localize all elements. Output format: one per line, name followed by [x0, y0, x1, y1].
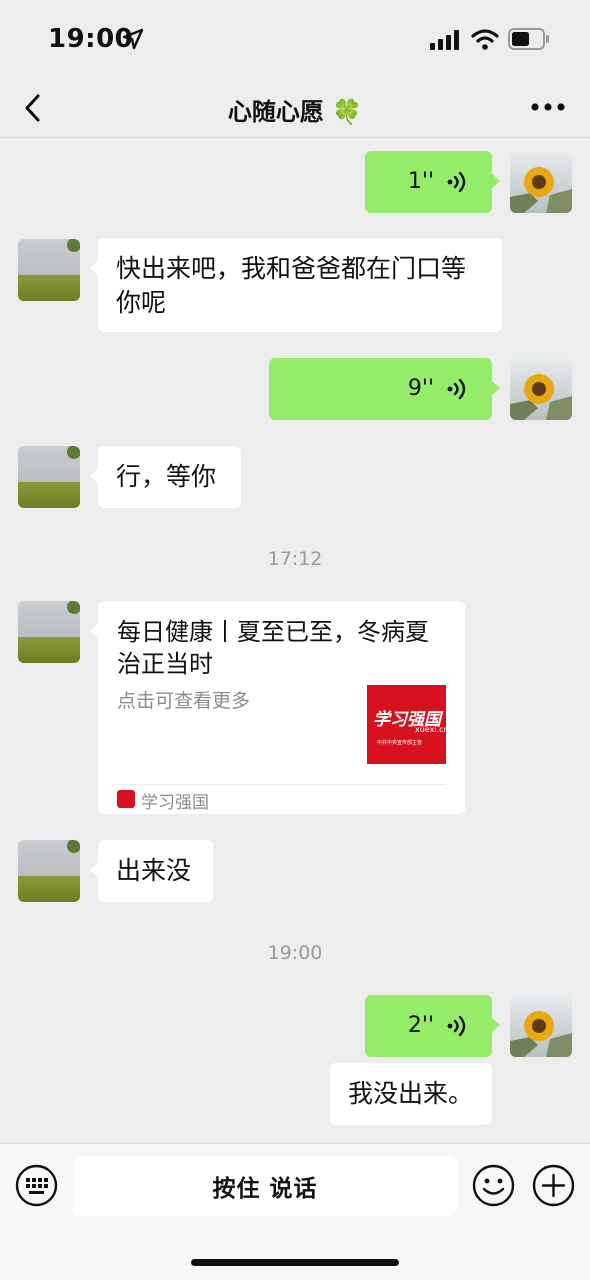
- text-message-bubble[interactable]: 出来没: [90, 840, 213, 902]
- voice-wave-icon: [447, 171, 466, 193]
- article-title: 每日健康丨夏至已至，冬病夏治正当时: [117, 618, 429, 678]
- xuexi-logo-icon: [117, 790, 135, 808]
- text-message-bubble[interactable]: 快出来吧，我和爸爸都在门口等你呢: [90, 238, 502, 332]
- voice-message-bubble[interactable]: 1'': [365, 151, 500, 213]
- card-divider: [117, 784, 446, 785]
- voice-duration: 1'': [407, 169, 434, 194]
- ellipsis-icon[interactable]: [530, 102, 566, 112]
- hold-to-talk-button[interactable]: 按住 说话: [73, 1156, 457, 1216]
- battery-icon: [508, 28, 549, 50]
- voice-wave-icon: [447, 378, 466, 400]
- cellular-signal-icon: [430, 30, 459, 50]
- my-avatar[interactable]: [510, 358, 572, 420]
- contact-avatar[interactable]: [18, 446, 80, 508]
- article-thumbnail: 学习强国 xuexi.cn 中共中央宣传部主管: [367, 685, 449, 764]
- contact-avatar[interactable]: [18, 840, 80, 902]
- voice-duration: 2'': [407, 1013, 434, 1038]
- chat-header: 心随心愿 🍀: [0, 80, 590, 138]
- status-bar: 19:00: [0, 0, 590, 80]
- chat-timestamp: 19:00: [267, 942, 323, 964]
- my-avatar[interactable]: [510, 151, 572, 213]
- wifi-icon: [471, 29, 499, 50]
- emoji-icon[interactable]: [472, 1164, 515, 1207]
- article-description: 点击可查看更多: [117, 690, 251, 712]
- text-message-bubble[interactable]: 行，等你: [90, 446, 241, 508]
- article-source: 学习强国: [141, 793, 209, 813]
- my-avatar[interactable]: [510, 995, 572, 1057]
- clover-emoji: 🍀: [332, 98, 363, 126]
- status-time: 19:00: [48, 24, 134, 54]
- voice-duration: 9'': [407, 376, 434, 401]
- location-arrow-icon: [122, 28, 144, 50]
- text-message-bubble[interactable]: 我没出来。: [330, 1063, 492, 1125]
- keyboard-icon[interactable]: [15, 1164, 58, 1207]
- contact-avatar[interactable]: [18, 239, 80, 301]
- chat-title-text: 心随心愿: [227, 98, 324, 126]
- chat-title: 心随心愿 🍀: [0, 92, 590, 127]
- contact-avatar[interactable]: [18, 601, 80, 663]
- voice-wave-icon: [447, 1015, 466, 1037]
- chat-timestamp: 17:12: [267, 548, 323, 570]
- home-indicator: [191, 1259, 399, 1266]
- plus-icon[interactable]: [532, 1164, 575, 1207]
- voice-message-bubble[interactable]: 2'': [365, 995, 500, 1057]
- thumbnail-slogan: 中共中央宣传部主管: [377, 740, 423, 746]
- thumbnail-domain: xuexi.cn: [415, 725, 449, 734]
- voice-message-bubble[interactable]: 9'': [269, 358, 500, 420]
- article-card[interactable]: 每日健康丨夏至已至，冬病夏治正当时 点击可查看更多 学习强国 xuexi.cn …: [90, 601, 465, 814]
